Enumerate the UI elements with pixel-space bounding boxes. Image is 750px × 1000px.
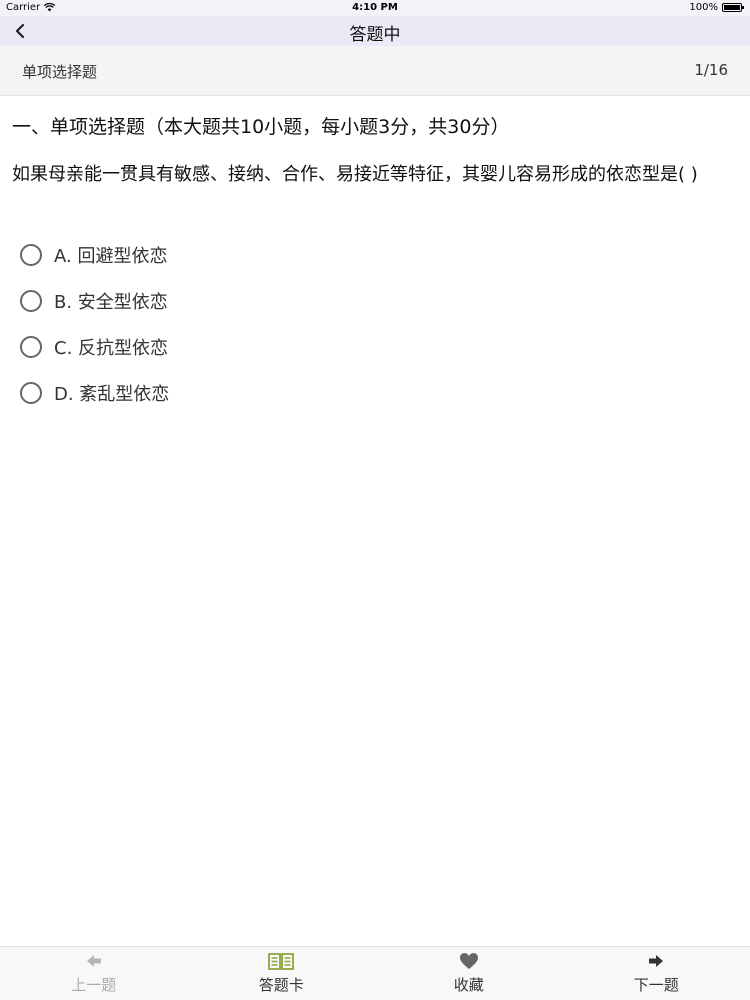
option-b[interactable]: B. 安全型依恋: [20, 278, 720, 324]
battery-indicator: 100%: [689, 2, 744, 13]
tab-label: 答题卡: [258, 976, 304, 994]
question-type-label: 单项选择题: [22, 63, 98, 81]
option-d[interactable]: D. 紊乱型依恋: [20, 370, 720, 416]
option-label: B. 安全型依恋: [54, 292, 168, 313]
radio-button[interactable]: [20, 336, 42, 358]
arrow-right-icon: [648, 952, 664, 970]
answer-card-button[interactable]: 答题卡: [188, 947, 376, 1000]
heart-icon: [459, 952, 479, 970]
battery-icon: [722, 3, 744, 12]
option-label: C. 反抗型依恋: [54, 338, 169, 359]
option-label: D. 紊乱型依恋: [54, 384, 170, 405]
nav-bar: 答题中: [0, 16, 750, 46]
option-c[interactable]: C. 反抗型依恋: [20, 324, 720, 370]
question-info-bar: 单项选择题 1/16: [0, 46, 750, 96]
radio-button[interactable]: [20, 244, 42, 266]
tab-label: 下一题: [633, 976, 679, 994]
tab-label: 收藏: [453, 976, 484, 994]
option-a[interactable]: A. 回避型依恋: [20, 232, 720, 278]
next-question-button[interactable]: 下一题: [563, 947, 750, 1000]
status-time: 4:10 PM: [352, 2, 398, 13]
favorite-button[interactable]: 收藏: [375, 947, 563, 1000]
question-progress: 1/16: [694, 61, 728, 79]
radio-button[interactable]: [20, 382, 42, 404]
page-title: 答题中: [349, 25, 401, 45]
previous-question-button[interactable]: 上一题: [0, 947, 188, 1000]
arrow-left-icon: [86, 952, 102, 970]
option-label: A. 回避型依恋: [54, 246, 168, 267]
answer-options: A. 回避型依恋 B. 安全型依恋 C. 反抗型依恋 D. 紊乱型依恋: [20, 232, 720, 416]
status-bar: Carrier 4:10 PM 100%: [0, 0, 750, 16]
section-title: 一、单项选择题（本大题共10小题，每小题3分，共30分）: [12, 116, 510, 138]
battery-percent: 100%: [689, 2, 718, 13]
question-text: 如果母亲能一贯具有敏感、接纳、合作、易接近等特征，其婴儿容易形成的依恋型是( ): [12, 164, 698, 185]
tab-label: 上一题: [71, 976, 117, 994]
radio-button[interactable]: [20, 290, 42, 312]
book-icon: [268, 952, 295, 970]
bottom-tab-bar: 上一题 答题卡 收藏 下一题: [0, 946, 750, 1000]
